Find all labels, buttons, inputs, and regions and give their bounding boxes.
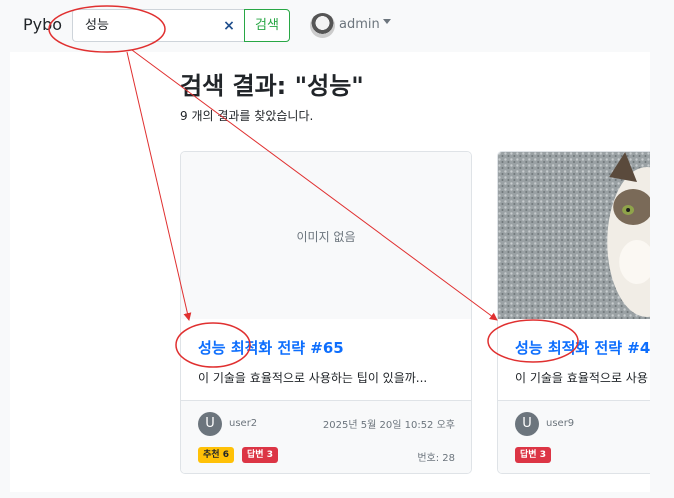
- card-thumbnail: [498, 152, 650, 319]
- clear-search-button[interactable]: ×: [218, 15, 240, 37]
- page-title: 검색 결과: "성능": [180, 72, 364, 100]
- search-button[interactable]: 검색: [244, 9, 290, 42]
- result-card[interactable]: 성능 최적화 전략 #4 이 기술을 효율적으로 사용 U user9 2 답변…: [497, 151, 650, 474]
- author-name: user2: [229, 418, 258, 429]
- author-avatar: U: [515, 412, 539, 436]
- answer-badge: 답변 3: [242, 447, 278, 463]
- card-title-link[interactable]: 성능 최적화 전략 #65: [198, 337, 344, 358]
- post-number: 번호: 28: [417, 453, 455, 464]
- card-excerpt: 이 기술을 효율적으로 사용하는 팁이 있을까...: [198, 371, 428, 385]
- result-count: 9 개의 결과를 찾았습니다.: [180, 109, 314, 123]
- card-footer: U user2 2025년 5월 20일 10:52 오후 추천 6 답변 3 …: [181, 400, 471, 473]
- author-name: user9: [546, 418, 575, 429]
- result-card[interactable]: 이미지 없음 성능 최적화 전략 #65 이 기술을 효율적으로 사용하는 팁이…: [180, 151, 472, 474]
- search-results: 검색 결과: "성능" 9 개의 결과를 찾았습니다. 이미지 없음 성능 최적…: [10, 52, 650, 492]
- user-avatar: [310, 13, 335, 38]
- no-image-text: 이미지 없음: [296, 230, 356, 244]
- navbar: Pybo 성능 × 검색 admin: [0, 0, 674, 52]
- recommend-badge: 추천 6: [198, 447, 234, 463]
- search-form: 성능 × 검색: [72, 9, 290, 42]
- chevron-down-icon: [383, 19, 391, 24]
- cat-photo: [498, 152, 650, 319]
- card-title-link[interactable]: 성능 최적화 전략 #4: [515, 337, 650, 358]
- card-excerpt: 이 기술을 효율적으로 사용: [515, 371, 648, 385]
- answer-badge: 답변 3: [515, 447, 551, 463]
- author-avatar: U: [198, 412, 222, 436]
- brand-logo[interactable]: Pybo: [23, 15, 62, 34]
- post-date: 2025년 5월 20일 10:52 오후: [322, 420, 455, 431]
- user-name: admin: [339, 17, 380, 32]
- card-thumbnail: 이미지 없음: [181, 152, 471, 319]
- card-footer: U user9 2 답변 3: [498, 400, 650, 473]
